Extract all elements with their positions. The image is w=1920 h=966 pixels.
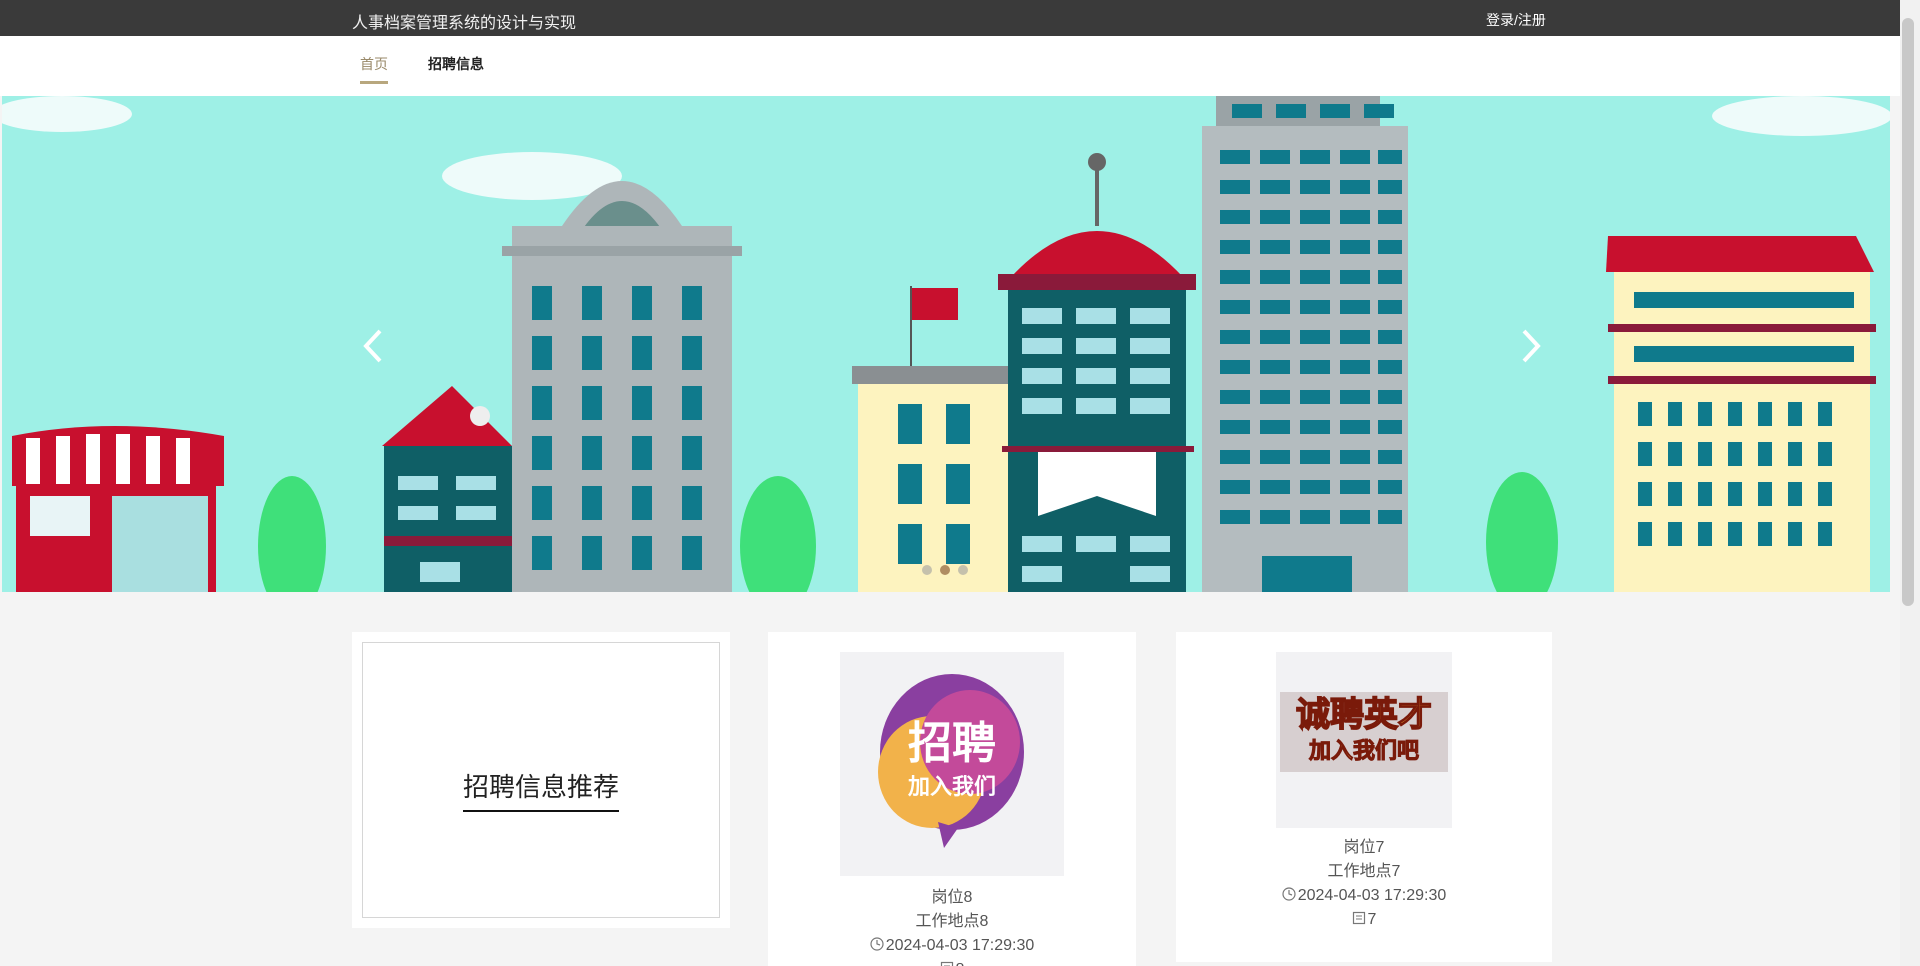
carousel-dot[interactable] <box>922 565 932 575</box>
job-count: 8 <box>956 961 965 966</box>
recommend-section-card: 招聘信息推荐 <box>352 632 730 928</box>
job-location: 工作地点8 <box>768 910 1136 934</box>
job-position: 岗位7 <box>1176 836 1552 860</box>
job-count: 7 <box>1368 911 1377 928</box>
views-icon <box>940 959 954 966</box>
job-image: 诚聘英才 加入我们吧 <box>1276 652 1452 828</box>
poster-text-top: 招聘 <box>908 718 996 769</box>
poster-text-top: 诚聘英才 <box>1296 695 1432 735</box>
job-count-row: 8 <box>768 958 1136 966</box>
clock-icon <box>1282 885 1296 899</box>
banner-carousel[interactable] <box>2 96 1890 592</box>
top-bar: 人事档案管理系统的设计与实现 登录/注册 <box>0 0 1920 36</box>
job-time-row: 2024-04-03 17:29:30 <box>1176 884 1552 908</box>
job-info: 岗位8 工作地点8 2024-04-03 17:29:30 8 <box>768 886 1136 966</box>
job-time: 2024-04-03 17:29:30 <box>1298 887 1447 904</box>
chevron-right-icon <box>1510 321 1550 371</box>
carousel-indicators <box>922 565 968 575</box>
login-register-link[interactable]: 登录/注册 <box>1486 10 1546 30</box>
carousel-dot-active[interactable] <box>940 565 950 575</box>
job-location: 工作地点7 <box>1176 860 1552 884</box>
job-info: 岗位7 工作地点7 2024-04-03 17:29:30 7 <box>1176 836 1552 932</box>
carousel-dot[interactable] <box>958 565 968 575</box>
clock-icon <box>870 935 884 949</box>
job-card[interactable]: 招聘 加入我们 岗位8 工作地点8 2024-04-03 17:29:30 8 <box>768 632 1136 966</box>
poster-text-bottom: 加入我们吧 <box>1308 738 1419 764</box>
recruit-poster-image: 招聘 加入我们 <box>840 652 1064 876</box>
recruit-poster-image: 诚聘英才 加入我们吧 <box>1276 652 1452 828</box>
site-title: 人事档案管理系统的设计与实现 <box>352 9 576 33</box>
job-card[interactable]: 诚聘英才 加入我们吧 岗位7 工作地点7 2024-04-03 17:29:30… <box>1176 632 1552 962</box>
carousel-next-button[interactable] <box>1510 321 1550 371</box>
job-count-row: 7 <box>1176 908 1552 932</box>
carousel-prev-button[interactable] <box>354 321 394 371</box>
chevron-left-icon <box>354 321 394 371</box>
poster-text-bottom: 加入我们 <box>907 775 996 800</box>
nav-item-home[interactable]: 首页 <box>360 54 388 74</box>
banner-cityscape-image <box>2 96 1890 592</box>
page-scrollbar-thumb[interactable] <box>1902 18 1914 606</box>
job-position: 岗位8 <box>768 886 1136 910</box>
nav-item-recruitment[interactable]: 招聘信息 <box>428 54 484 74</box>
job-time: 2024-04-03 17:29:30 <box>886 937 1035 954</box>
recommend-section-title: 招聘信息推荐 <box>463 767 619 812</box>
views-icon <box>1352 909 1366 923</box>
main-nav: 首页 招聘信息 <box>0 36 1920 96</box>
job-image: 招聘 加入我们 <box>840 652 1064 876</box>
recommend-section-frame: 招聘信息推荐 <box>362 642 720 918</box>
job-time-row: 2024-04-03 17:29:30 <box>768 934 1136 958</box>
